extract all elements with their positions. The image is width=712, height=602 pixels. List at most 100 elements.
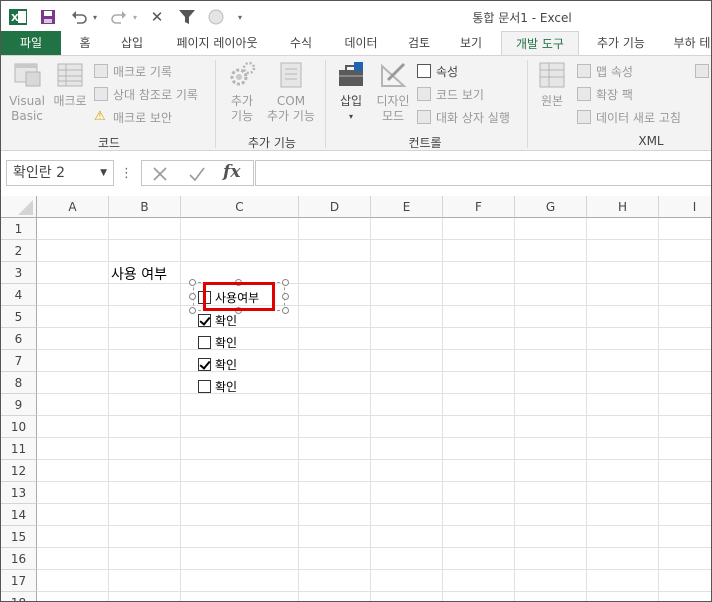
checkbox-row8[interactable]: 확인 bbox=[198, 378, 237, 395]
formula-input[interactable] bbox=[255, 160, 711, 186]
com-addins-icon bbox=[280, 62, 302, 88]
resize-handle[interactable] bbox=[189, 279, 196, 286]
macro-button[interactable]: 매크로 bbox=[51, 60, 89, 109]
com-addins-button[interactable]: COM 추가 기능 bbox=[263, 60, 319, 124]
resize-handle[interactable] bbox=[282, 293, 289, 300]
checkbox-row5[interactable]: 확인 bbox=[198, 312, 237, 329]
checkbox-row7[interactable]: 확인 bbox=[198, 356, 237, 373]
column-header[interactable]: F bbox=[443, 196, 515, 218]
design-mode-button[interactable]: 디자인 모드 bbox=[373, 60, 413, 124]
macro-security-label: 매크로 보안 bbox=[113, 110, 173, 125]
row-header[interactable]: 18 bbox=[1, 592, 37, 601]
refresh-data-icon bbox=[577, 110, 591, 124]
tab-developer[interactable]: 개발 도구 bbox=[501, 31, 579, 56]
view-code-label: 코드 보기 bbox=[436, 87, 484, 102]
row-header[interactable]: 9 bbox=[1, 394, 37, 416]
row-header[interactable]: 17 bbox=[1, 570, 37, 592]
resize-handle[interactable] bbox=[282, 307, 289, 314]
column-header[interactable]: B bbox=[109, 196, 181, 218]
row-header[interactable]: 1 bbox=[1, 218, 37, 240]
visual-basic-button[interactable]: Visual Basic bbox=[7, 60, 47, 124]
gridline bbox=[37, 503, 711, 504]
resize-handle[interactable] bbox=[282, 279, 289, 286]
row-header[interactable]: 7 bbox=[1, 350, 37, 372]
row-header[interactable]: 12 bbox=[1, 460, 37, 482]
checkbox-box bbox=[198, 358, 211, 371]
properties-button[interactable]: 속성 bbox=[417, 62, 458, 80]
column-header[interactable]: C bbox=[181, 196, 299, 218]
expansion-packs-button[interactable]: 확장 팩 bbox=[577, 85, 633, 103]
design-mode-label: 디자인 모드 bbox=[376, 94, 410, 123]
gridline bbox=[37, 525, 711, 526]
insert-function-icon[interactable]: fx bbox=[223, 162, 240, 182]
more-dots-icon[interactable]: ⋮ bbox=[120, 166, 133, 181]
visual-basic-label: Visual Basic bbox=[9, 94, 45, 123]
worksheet-grid[interactable]: A B C D E F G H I 1 2 3 4 5 6 7 8 9 10 1… bbox=[1, 196, 711, 601]
gridline bbox=[37, 437, 711, 438]
tab-home[interactable]: 홈 bbox=[67, 31, 103, 55]
xml-source-icon bbox=[539, 62, 565, 88]
name-box[interactable]: 확인란 2 ▼ bbox=[6, 160, 114, 186]
column-header[interactable]: G bbox=[515, 196, 587, 218]
map-properties-button[interactable]: 맵 속성 bbox=[577, 62, 633, 80]
row-header[interactable]: 8 bbox=[1, 372, 37, 394]
record-macro-button[interactable]: 매크로 기록 bbox=[94, 62, 172, 80]
row-header[interactable]: 16 bbox=[1, 548, 37, 570]
row-header[interactable]: 14 bbox=[1, 504, 37, 526]
row-header[interactable]: 11 bbox=[1, 438, 37, 460]
column-header[interactable]: A bbox=[37, 196, 109, 218]
gridline bbox=[298, 218, 299, 601]
enter-check-icon[interactable] bbox=[188, 166, 206, 182]
cell-b3[interactable]: 사용 여부 bbox=[111, 264, 167, 284]
row-header[interactable]: 10 bbox=[1, 416, 37, 438]
gridline bbox=[442, 218, 443, 601]
addins-group-label: 추가 기능 bbox=[248, 136, 296, 150]
relative-reference-button[interactable]: 상대 참조로 기록 bbox=[94, 85, 198, 103]
xml-source-button[interactable]: 원본 bbox=[533, 60, 571, 109]
gridline bbox=[37, 305, 711, 306]
tab-formulas[interactable]: 수식 bbox=[279, 31, 323, 55]
row-header[interactable]: 15 bbox=[1, 526, 37, 548]
column-header[interactable]: H bbox=[587, 196, 659, 218]
document-title: 통합 문서1 - Excel bbox=[472, 11, 572, 25]
run-dialog-button[interactable]: 대화 상자 실행 bbox=[417, 108, 510, 126]
macro-security-button[interactable]: ⚠ 매크로 보안 bbox=[94, 108, 172, 126]
tab-addins[interactable]: 추가 기능 bbox=[585, 31, 657, 55]
column-header[interactable]: D bbox=[299, 196, 371, 218]
addins-button[interactable]: 추가 기능 bbox=[223, 60, 261, 124]
column-header[interactable]: I bbox=[659, 196, 711, 218]
import-icon[interactable] bbox=[695, 62, 711, 80]
checkbox-row6[interactable]: 확인 bbox=[198, 334, 237, 351]
gridline bbox=[37, 393, 711, 394]
row-header[interactable]: 5 bbox=[1, 306, 37, 328]
tab-page-layout[interactable]: 페이지 레이아웃 bbox=[161, 31, 273, 55]
refresh-data-button[interactable]: 데이터 새로 고침 bbox=[577, 108, 681, 126]
row-header[interactable]: 2 bbox=[1, 240, 37, 262]
tab-insert[interactable]: 삽입 bbox=[107, 31, 157, 55]
tab-view[interactable]: 보기 bbox=[449, 31, 493, 55]
name-box-dropdown-icon[interactable]: ▼ bbox=[100, 161, 107, 185]
tab-load-test[interactable]: 부하 테 bbox=[667, 31, 711, 55]
checkbox-box bbox=[198, 336, 211, 349]
gridline bbox=[37, 591, 711, 592]
row-header[interactable]: 3 bbox=[1, 262, 37, 284]
insert-control-button[interactable]: 삽입 ▾ bbox=[333, 60, 369, 124]
gridline bbox=[370, 218, 371, 601]
properties-label: 속성 bbox=[436, 64, 459, 79]
tab-file[interactable]: 파일 bbox=[1, 31, 61, 55]
resize-handle[interactable] bbox=[189, 307, 196, 314]
formula-bar: 확인란 2 ▼ ⋮ fx bbox=[1, 151, 711, 196]
tab-review[interactable]: 검토 bbox=[397, 31, 441, 55]
view-code-button[interactable]: 코드 보기 bbox=[417, 85, 484, 103]
row-header[interactable]: 6 bbox=[1, 328, 37, 350]
column-header[interactable]: E bbox=[371, 196, 443, 218]
expansion-packs-icon bbox=[577, 87, 591, 101]
row-header[interactable]: 13 bbox=[1, 482, 37, 504]
select-all-corner[interactable] bbox=[1, 196, 37, 218]
code-group-label: 코드 bbox=[97, 136, 121, 150]
cancel-icon[interactable] bbox=[152, 166, 168, 182]
name-box-value: 확인란 2 bbox=[13, 165, 65, 181]
row-header[interactable]: 4 bbox=[1, 284, 37, 306]
resize-handle[interactable] bbox=[189, 293, 196, 300]
tab-data[interactable]: 데이터 bbox=[333, 31, 389, 55]
